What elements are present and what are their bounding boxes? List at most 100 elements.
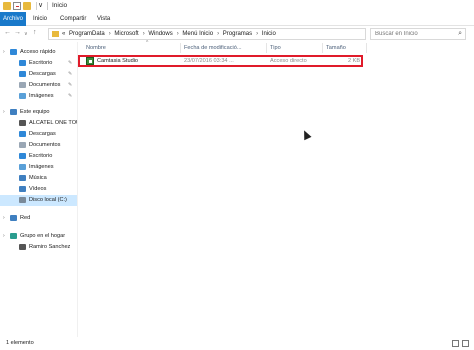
- recent-locations-icon[interactable]: ∨: [24, 31, 28, 37]
- chevron-right-icon[interactable]: ›: [3, 215, 5, 221]
- device-icon: [19, 120, 26, 126]
- divider: [47, 2, 48, 10]
- pin-icon: ✎: [68, 82, 73, 88]
- file-name: Camtasia Studio: [97, 58, 139, 64]
- column-header-size[interactable]: Tamaño: [326, 43, 346, 53]
- search-box[interactable]: ⌕: [370, 28, 466, 40]
- sidebar-item[interactable]: Imágenes: [0, 162, 77, 173]
- tab-inicio[interactable]: Inicio: [28, 12, 52, 26]
- pin-icon: ✎: [68, 93, 73, 99]
- sidebar-item[interactable]: Escritorio ✎: [0, 58, 77, 69]
- sidebar-item[interactable]: Ramiro Sanchez: [0, 242, 77, 253]
- sidebar-item[interactable]: Música: [0, 173, 77, 184]
- back-arrow-icon[interactable]: ←: [4, 29, 11, 36]
- column-divider[interactable]: [322, 43, 323, 53]
- sidebar-item-label: Este equipo: [20, 109, 50, 115]
- user-icon: [19, 244, 26, 250]
- sidebar-item[interactable]: Vídeos: [0, 184, 77, 195]
- download-icon: [19, 71, 26, 77]
- sidebar-item-label: Escritorio: [29, 60, 53, 66]
- chevron-right-icon[interactable]: ›: [3, 233, 5, 239]
- tab-archivo[interactable]: Archivo: [0, 12, 26, 26]
- sidebar-item[interactable]: Documentos: [0, 140, 77, 151]
- pictures-icon: [19, 164, 26, 170]
- tab-compartir[interactable]: Compartir: [55, 12, 91, 26]
- column-divider[interactable]: [266, 43, 267, 53]
- sidebar-item[interactable]: Escritorio: [0, 151, 77, 162]
- new-folder-icon[interactable]: [23, 2, 31, 10]
- chevron-down-icon[interactable]: ∨: [38, 1, 43, 9]
- breadcrumb-item[interactable]: Microsoft: [114, 31, 138, 37]
- desktop-icon: [19, 153, 26, 159]
- file-size: 2 KB: [348, 58, 361, 64]
- desktop-icon: [19, 60, 26, 66]
- chevron-right-icon[interactable]: ›: [109, 31, 111, 37]
- shortcut-icon: [86, 57, 94, 65]
- sidebar-item-label: Vídeos: [29, 186, 47, 192]
- breadcrumb-item[interactable]: ProgramData: [69, 31, 105, 37]
- column-divider[interactable]: [180, 43, 181, 53]
- sort-caret-icon: ^: [146, 40, 149, 46]
- ribbon: Archivo Inicio Compartir Vista: [0, 12, 474, 26]
- breadcrumb-overflow[interactable]: «: [62, 31, 65, 37]
- sidebar-item-label: Escritorio: [29, 153, 53, 159]
- tab-vista[interactable]: Vista: [92, 12, 115, 26]
- column-header-date[interactable]: Fecha de modificació...: [184, 43, 242, 53]
- sidebar-item[interactable]: Imágenes ✎: [0, 91, 77, 102]
- properties-icon[interactable]: [13, 2, 21, 10]
- homegroup-icon: [10, 233, 17, 239]
- breadcrumb-item[interactable]: Windows: [148, 31, 172, 37]
- chevron-right-icon[interactable]: ›: [3, 49, 5, 55]
- chevron-right-icon[interactable]: ›: [217, 31, 219, 37]
- computer-icon: [10, 109, 17, 115]
- table-row[interactable]: Camtasia Studio 23/07/2016 03:34 ... Acc…: [78, 55, 474, 67]
- status-bar: 1 elemento: [0, 337, 474, 350]
- column-divider[interactable]: [366, 43, 367, 53]
- column-header-type[interactable]: Tipo: [270, 43, 281, 53]
- breadcrumb-item[interactable]: Menú Inicio: [182, 31, 213, 37]
- sidebar-item[interactable]: Descargas: [0, 129, 77, 140]
- chevron-right-icon[interactable]: ›: [3, 109, 5, 115]
- file-type: Acceso directo: [270, 58, 307, 64]
- sidebar-item-label: Descargas: [29, 131, 56, 137]
- sidebar-item-label: Disco local (C:): [29, 197, 67, 203]
- details-view-icon[interactable]: [452, 340, 459, 347]
- chevron-right-icon[interactable]: ›: [143, 31, 145, 37]
- chevron-right-icon[interactable]: ›: [256, 31, 258, 37]
- sidebar-item-label: Red: [20, 215, 31, 221]
- sidebar-item-label: Documentos: [29, 142, 61, 148]
- window-title: Inicio: [52, 2, 68, 9]
- breadcrumb-item[interactable]: Programas: [223, 31, 252, 37]
- forward-arrow-icon[interactable]: →: [14, 29, 21, 36]
- sidebar-item[interactable]: › Grupo en el hogar: [0, 231, 77, 242]
- sidebar-item-label: Descargas: [29, 71, 56, 77]
- breadcrumb: « ProgramData › Microsoft › Windows › Menú …: [62, 31, 278, 37]
- breadcrumb-item[interactable]: Inicio: [262, 31, 276, 37]
- up-arrow-icon[interactable]: ↑: [33, 29, 37, 36]
- title-bar: ∨ Inicio: [0, 0, 474, 12]
- music-icon: [19, 175, 26, 181]
- search-icon[interactable]: ⌕: [458, 30, 462, 38]
- folder-icon: [52, 31, 59, 37]
- divider: [36, 2, 37, 10]
- sidebar-item[interactable]: › Red: [0, 213, 77, 224]
- column-header-name[interactable]: Nombre: [86, 43, 106, 53]
- search-input[interactable]: [375, 29, 455, 39]
- pictures-icon: [19, 93, 26, 99]
- chevron-right-icon[interactable]: ›: [177, 31, 179, 37]
- sidebar-item[interactable]: Disco local (C:): [0, 195, 77, 206]
- address-toolbar: ← → ∨ ↑ « ProgramData › Microsoft › Window…: [0, 26, 474, 42]
- videos-icon: [19, 186, 26, 192]
- folder-icon[interactable]: [3, 2, 11, 10]
- sidebar-item[interactable]: ALCATEL ONE TOU: [0, 118, 80, 129]
- sidebar-item[interactable]: Descargas ✎: [0, 69, 77, 80]
- sidebar-item-label: Imágenes: [29, 164, 54, 170]
- documents-icon: [19, 82, 26, 88]
- sidebar-item[interactable]: › Acceso rápido: [0, 47, 77, 58]
- sidebar-item[interactable]: Documentos ✎: [0, 80, 77, 91]
- sidebar-item-label: Grupo en el hogar: [20, 233, 66, 239]
- large-icons-view-icon[interactable]: [462, 340, 469, 347]
- address-bar[interactable]: « ProgramData › Microsoft › Windows › Menú …: [48, 28, 410, 40]
- sidebar-item-label: Imágenes: [29, 93, 54, 99]
- sidebar-item[interactable]: › Este equipo: [0, 107, 77, 118]
